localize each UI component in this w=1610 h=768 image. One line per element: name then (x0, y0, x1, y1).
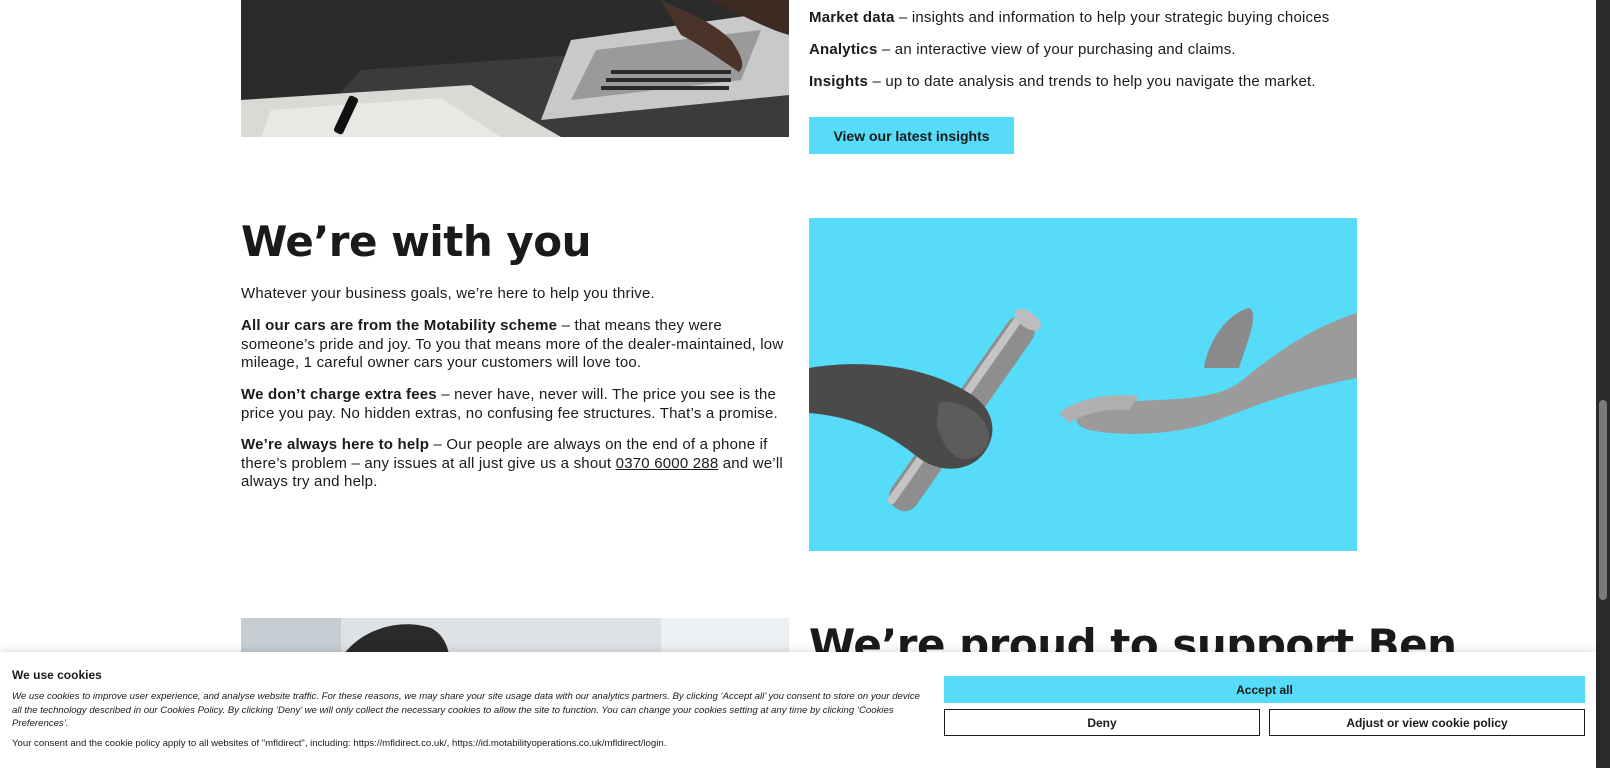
scrollbar-thumb[interactable] (1599, 400, 1607, 600)
cookie-title: We use cookies (12, 668, 102, 682)
cookie-description: We use cookies to improve user experienc… (12, 691, 920, 730)
with-you-intro: Whatever your business goals, we’re here… (241, 285, 655, 302)
laptop-photo (241, 0, 789, 137)
with-you-heading: We’re with you (241, 217, 592, 266)
adjust-cookie-policy-button[interactable]: Adjust or view cookie policy (1269, 709, 1585, 736)
cookie-banner: We use cookies We use cookies to improve… (0, 652, 1596, 768)
no-fees-paragraph: We don’t charge extra fees – never have,… (241, 386, 778, 422)
insight-item-analytics: Analytics – an interactive view of your … (809, 41, 1236, 58)
insight-item-insights: Insights – up to date analysis and trend… (809, 73, 1316, 90)
vertical-scrollbar[interactable] (1596, 0, 1610, 768)
motability-paragraph: All our cars are from the Motability sch… (241, 317, 784, 371)
relay-baton-illustration (809, 218, 1357, 551)
deny-button[interactable]: Deny (944, 709, 1260, 736)
insight-item-market-data: Market data – insights and information t… (809, 9, 1330, 26)
accept-all-button[interactable]: Accept all (944, 676, 1585, 703)
help-paragraph: We’re always here to help – Our people a… (241, 436, 783, 490)
cookie-consent-note: Your consent and the cookie policy apply… (12, 738, 667, 749)
view-latest-insights-button[interactable]: View our latest insights (809, 117, 1014, 154)
phone-link[interactable]: 0370 6000 288 (616, 455, 719, 472)
